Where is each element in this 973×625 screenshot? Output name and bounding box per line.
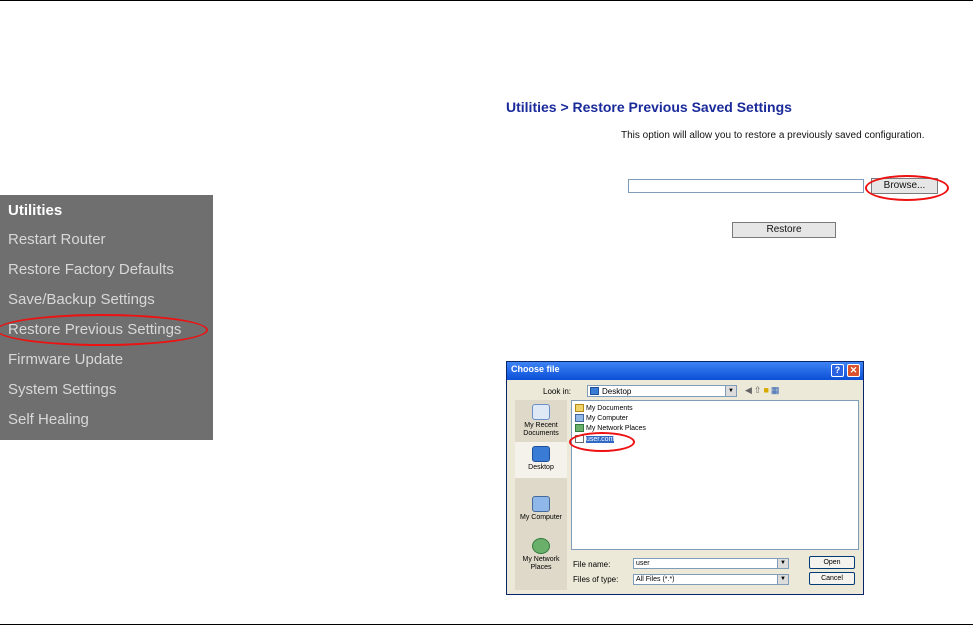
menu-item-system-settings[interactable]: System Settings (8, 381, 116, 398)
chevron-down-icon[interactable]: ▼ (777, 575, 788, 584)
close-icon[interactable]: ✕ (847, 364, 860, 377)
desktop-icon (590, 387, 599, 395)
menu-heading: Utilities (8, 202, 63, 219)
restore-button[interactable]: Restore (732, 222, 836, 238)
look-in-select[interactable]: Desktop ▼ (587, 385, 737, 397)
folder-icon (575, 404, 584, 412)
files-of-type-value: All Files (*.*) (636, 576, 675, 583)
place-my-recent-documents[interactable]: My Recent Documents (515, 404, 567, 438)
menu-item-save-backup-settings[interactable]: Save/Backup Settings (8, 291, 155, 308)
files-of-type-select[interactable]: All Files (*.*) ▼ (633, 574, 789, 585)
help-icon[interactable]: ? (831, 364, 844, 377)
file-name-input[interactable]: user ▼ (633, 558, 789, 569)
look-in-value: Desktop (602, 387, 632, 396)
dialog-title: Choose file (511, 364, 560, 374)
menu-item-firmware-update[interactable]: Firmware Update (8, 351, 123, 368)
place-label: My Network Places (522, 556, 560, 571)
highlight-oval-user-conf (569, 432, 635, 452)
highlight-oval-restore-previous (0, 314, 208, 346)
toolbar-icons: ◀⇧■▦ (745, 385, 781, 396)
dialog-titlebar: Choose file ? ✕ (507, 362, 863, 380)
new-folder-icon[interactable]: ■ (763, 385, 770, 395)
page-description: This option will allow you to restore a … (621, 130, 925, 141)
highlight-oval-browse (865, 175, 949, 201)
cancel-button[interactable]: Cancel (809, 572, 855, 585)
file-path-input[interactable] (628, 179, 864, 193)
choose-file-dialog: Choose file ? ✕ Look in: Desktop ▼ ◀⇧■▦ … (506, 361, 864, 595)
open-button[interactable]: Open (809, 556, 855, 569)
file-name-value: user (636, 560, 650, 567)
look-in-label: Look in: (543, 387, 572, 396)
place-my-computer[interactable]: My Computer (515, 496, 567, 522)
file-list: My Documents My Computer My Network Plac… (571, 400, 859, 550)
menu-item-self-healing[interactable]: Self Healing (8, 411, 89, 428)
place-desktop[interactable]: Desktop (515, 442, 567, 478)
page-title: Utilities > Restore Previous Saved Setti… (506, 99, 792, 115)
network-icon (575, 424, 584, 432)
place-label: My Computer (519, 514, 562, 521)
chevron-down-icon[interactable]: ▼ (777, 559, 788, 568)
places-bar: My Recent Documents Desktop My Computer … (515, 400, 567, 590)
list-item[interactable]: My Documents (575, 404, 633, 412)
list-item[interactable]: My Computer (575, 414, 628, 422)
menu-item-restart-router[interactable]: Restart Router (8, 231, 106, 248)
list-item[interactable]: My Network Places (575, 424, 646, 432)
desktop-icon (532, 446, 550, 462)
chevron-down-icon[interactable]: ▼ (725, 386, 736, 396)
view-menu-icon[interactable]: ▦ (771, 385, 782, 395)
back-icon[interactable]: ◀ (745, 385, 754, 395)
place-my-network-places[interactable]: My Network Places (515, 538, 567, 572)
file-name-label: File name: (573, 560, 611, 569)
recent-documents-icon (532, 404, 550, 420)
computer-icon (575, 414, 584, 422)
files-of-type-label: Files of type: (573, 575, 619, 584)
my-computer-icon (532, 496, 550, 512)
place-label: Desktop (528, 464, 554, 471)
network-places-icon (532, 538, 550, 554)
top-rule (0, 0, 973, 1)
menu-item-restore-factory-defaults[interactable]: Restore Factory Defaults (8, 261, 174, 278)
place-label: My Recent Documents (523, 422, 559, 437)
